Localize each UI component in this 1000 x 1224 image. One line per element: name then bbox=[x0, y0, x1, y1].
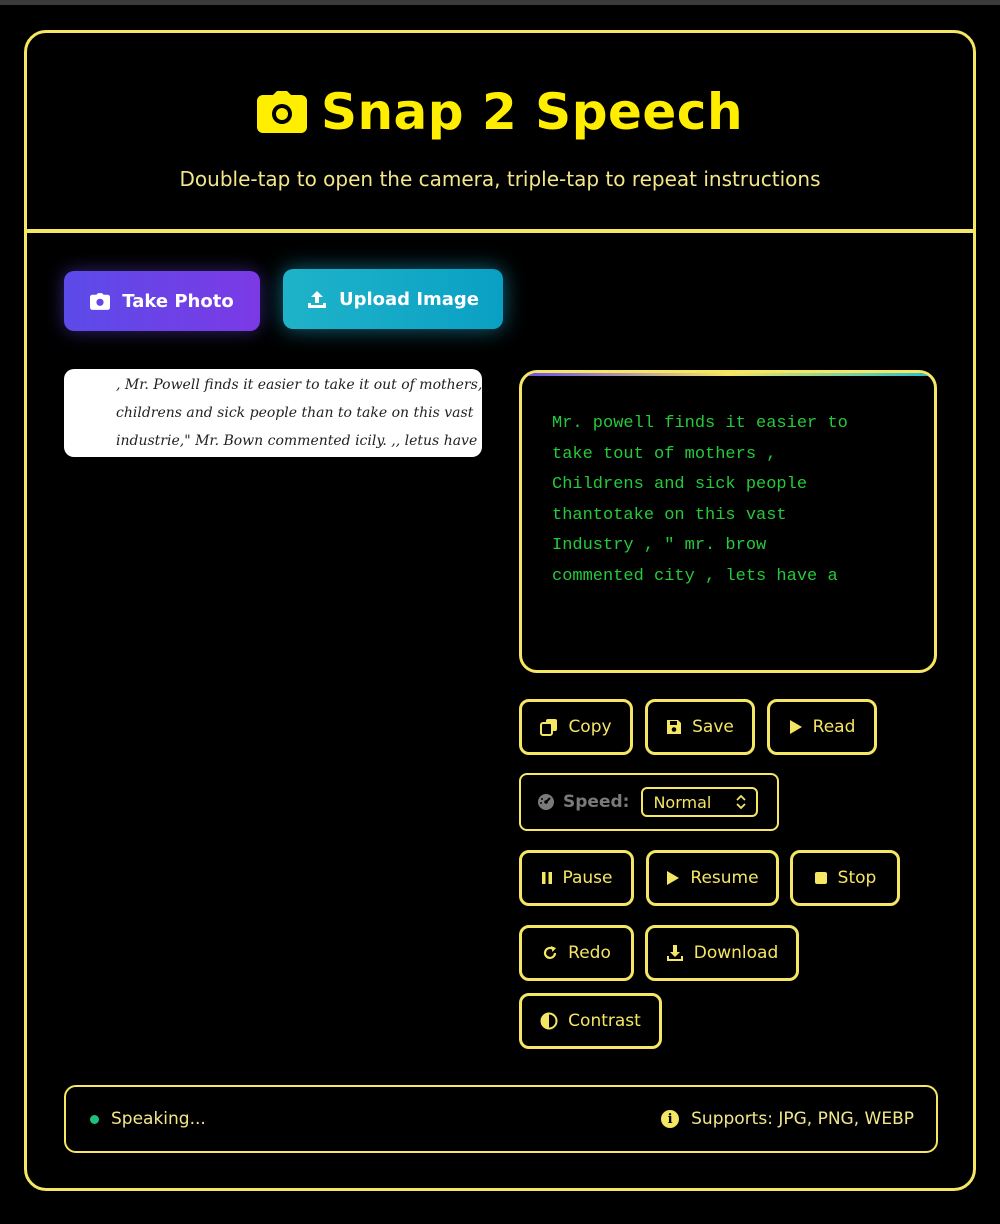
redo-button[interactable]: Redo bbox=[519, 925, 634, 981]
stop-button[interactable]: Stop bbox=[790, 850, 900, 906]
header: Snap 2 Speech Double-tap to open the cam… bbox=[27, 33, 973, 233]
contrast-icon bbox=[540, 1012, 558, 1030]
play-icon bbox=[666, 870, 680, 886]
upload-image-label: Upload Image bbox=[338, 288, 480, 310]
image-preview: , Mr. Powell finds it easier to take it … bbox=[64, 369, 482, 457]
contrast-button[interactable]: Contrast bbox=[519, 993, 662, 1049]
redo-icon bbox=[542, 945, 558, 961]
speed-control: Speed: Normal bbox=[519, 773, 779, 831]
download-button[interactable]: Download bbox=[645, 925, 799, 981]
pause-icon bbox=[541, 871, 553, 885]
contrast-label: Contrast bbox=[568, 1011, 641, 1031]
info-icon: i bbox=[661, 1110, 680, 1128]
pause-button[interactable]: Pause bbox=[519, 850, 634, 906]
camera-icon bbox=[256, 91, 307, 133]
upload-image-button[interactable]: Upload Image bbox=[283, 269, 503, 329]
resume-label: Resume bbox=[690, 868, 759, 888]
stop-label: Stop bbox=[837, 868, 877, 888]
status-text: Speaking... bbox=[111, 1109, 206, 1129]
play-icon bbox=[789, 719, 803, 735]
chevron-up-down-icon bbox=[736, 795, 747, 809]
top-strip bbox=[0, 0, 1000, 5]
speed-select[interactable]: Normal bbox=[641, 787, 759, 817]
gauge-icon bbox=[537, 793, 555, 811]
pause-label: Pause bbox=[562, 868, 613, 888]
copy-button[interactable]: Copy bbox=[519, 699, 633, 755]
speed-value: Normal bbox=[653, 792, 712, 812]
copy-icon bbox=[540, 718, 558, 736]
download-label: Download bbox=[693, 943, 779, 963]
supported-formats-text: Supports: JPG, PNG, WEBP bbox=[691, 1109, 914, 1129]
upload-icon bbox=[307, 289, 327, 309]
download-icon bbox=[666, 944, 684, 962]
supported-formats: i Supports: JPG, PNG, WEBP bbox=[661, 1109, 914, 1129]
app-title: Snap 2 Speech bbox=[320, 83, 744, 141]
stop-icon bbox=[814, 871, 828, 885]
handwriting-line: industrie," Mr. Bown commented icily. ,,… bbox=[116, 433, 482, 449]
speed-label: Speed: bbox=[563, 792, 630, 812]
read-button[interactable]: Read bbox=[767, 699, 877, 755]
save-label: Save bbox=[692, 717, 734, 737]
status-bar: Speaking... i Supports: JPG, PNG, WEBP bbox=[64, 1085, 938, 1153]
take-photo-label: Take Photo bbox=[122, 290, 234, 312]
save-button[interactable]: Save bbox=[645, 699, 755, 755]
handwriting-line: , Mr. Powell finds it easier to take it … bbox=[116, 377, 482, 393]
instructions-text: Double-tap to open the camera, triple-ta… bbox=[179, 167, 821, 191]
recognized-text-box[interactable]: Mr. powell finds it easier to take tout … bbox=[519, 370, 937, 673]
take-photo-button[interactable]: Take Photo bbox=[64, 271, 260, 331]
app-frame: Snap 2 Speech Double-tap to open the cam… bbox=[24, 30, 976, 1191]
status-indicator: Speaking... bbox=[90, 1109, 206, 1129]
camera-icon bbox=[90, 292, 111, 310]
title-row: Snap 2 Speech bbox=[27, 83, 973, 141]
copy-label: Copy bbox=[568, 717, 612, 737]
resume-button[interactable]: Resume bbox=[646, 850, 779, 906]
save-icon bbox=[666, 719, 682, 735]
read-label: Read bbox=[812, 717, 856, 737]
redo-label: Redo bbox=[568, 943, 611, 963]
status-dot bbox=[90, 1114, 99, 1124]
handwriting-line: childrens and sick people than to take o… bbox=[116, 405, 474, 421]
recognized-text: Mr. powell finds it easier to take tout … bbox=[552, 414, 848, 586]
